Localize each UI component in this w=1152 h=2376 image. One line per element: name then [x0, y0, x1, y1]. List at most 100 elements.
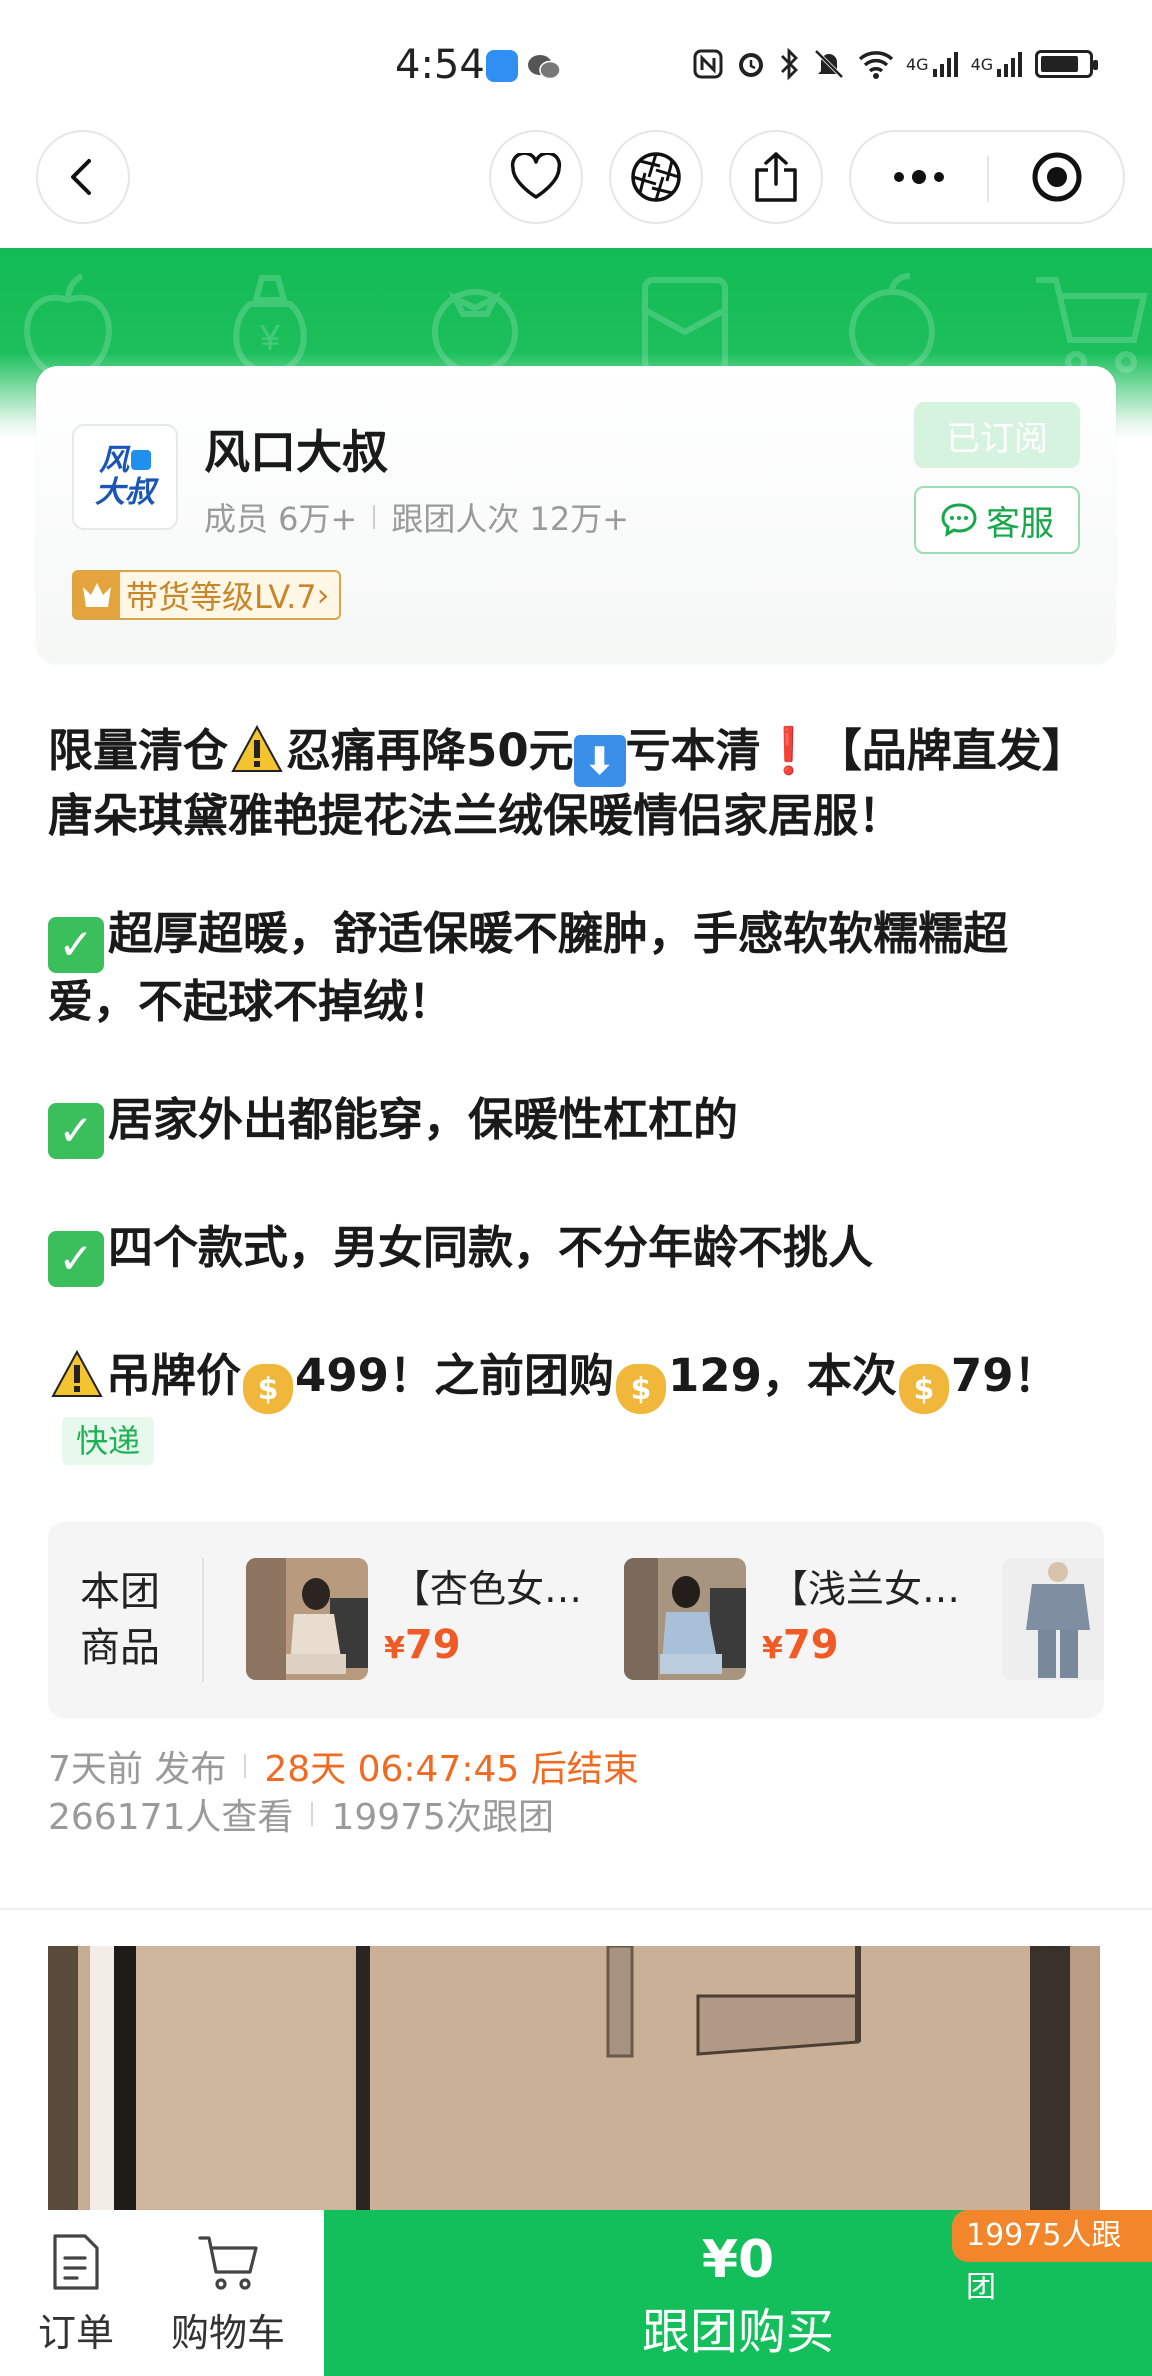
product-name: 【杏色女… [392, 1567, 583, 1611]
svg-text:¥: ¥ [259, 317, 281, 358]
nfc-icon [693, 49, 723, 79]
close-target-icon [1032, 152, 1082, 202]
money-bag-icon: $ [615, 1364, 666, 1414]
express-tag: 快递 [62, 1417, 155, 1465]
logo-text-2: 大叔 [95, 475, 155, 510]
down-arrow-icon: ⬇ [573, 735, 626, 787]
desc-text: 忍痛再降50元 [286, 724, 574, 777]
money-bag-icon: $ [243, 1364, 294, 1414]
capsule-menu [849, 130, 1125, 224]
wechat-icon [528, 55, 561, 80]
product-thumbnail [246, 1558, 368, 1680]
publish-info: 7天前 发布 28天 06:47:45 后结束 [48, 1740, 639, 1792]
shopping-cart-icon [198, 2236, 258, 2290]
cart-label: 购物车 [170, 2311, 285, 2355]
battery-icon [1035, 50, 1099, 78]
product-description: 限量清仓 忍痛再降50元 ⬇ 亏本清❗【品牌直发】唐朵琪黛雅艳提花法兰绒保暖情侣家居服… [48, 722, 1088, 1472]
products-label: 本团商品 [80, 1569, 160, 1671]
chevron-left-icon [71, 159, 91, 195]
alarm-icon [739, 53, 763, 77]
product-item[interactable]: 【浅兰女… ¥79 [624, 1558, 984, 1682]
desc-paragraph-3: ✓ 居家外出都能穿，保暖性杠杠的 [48, 1091, 1088, 1159]
wifi-icon [858, 51, 894, 79]
desc-text: 499！之前团购 [295, 1349, 614, 1402]
seller-level-badge[interactable]: 带货等级LV.7 › [72, 570, 342, 620]
money-bag-decor-icon: ¥ [233, 275, 307, 376]
buy-label: 跟团购买 [641, 2304, 834, 2360]
group-card: 风 大叔 风口大叔 成员 6万+ 跟团人次 12万+ 已订阅 客服 带货等级LV… [36, 366, 1116, 664]
desc-paragraph-5: 吊牌价 $499！之前团购 $129，本次 $79！快递 [48, 1347, 1088, 1472]
published-time: 7天前 发布 [48, 1749, 227, 1790]
product-item[interactable] [1002, 1558, 1104, 1682]
logo-chat-icon [131, 450, 151, 470]
heart-icon [510, 153, 562, 199]
service-label: 客服 [986, 503, 1054, 544]
cart-decor-icon [1036, 277, 1148, 373]
desc-text: 超厚超暖，舒适保暖不臃肿，手感软软糯糯超爱，不起球不掉绒！ [48, 907, 1009, 1028]
follower-count: 跟团人次 12万+ [391, 500, 630, 538]
order-list-icon [53, 2234, 99, 2290]
tomato-decor-icon [432, 289, 518, 375]
net-label-1: 4G [906, 54, 929, 74]
product-item[interactable]: 【杏色女… ¥79 [246, 1558, 606, 1682]
check-icon: ✓ [48, 917, 104, 973]
status-time: 4:54 [395, 42, 485, 88]
currency-symbol: ¥ [384, 1631, 405, 1666]
group-products-strip[interactable]: 本团商品 【杏色女… ¥79 【浅兰女… ¥79 [48, 1522, 1104, 1718]
share-icon [755, 152, 797, 202]
follow-count-badge: 19975人跟团 [952, 2210, 1152, 2305]
mute-icon [814, 49, 844, 79]
desc-text: 四个款式，男女同款，不分年龄不挑人 [108, 1221, 874, 1274]
desc-text: 129，本次 [667, 1349, 897, 1402]
desc-text: 居家外出都能穿，保暖性杠杠的 [108, 1093, 739, 1146]
price-value: 79 [782, 1622, 839, 1668]
strip-divider [202, 1558, 204, 1682]
status-bar: 4:54 4G 4G [0, 0, 1152, 120]
desc-text: 限量清仓 [48, 724, 229, 777]
product-thumbnail [1002, 1558, 1104, 1680]
price-value: 79 [404, 1622, 461, 1668]
product-thumbnail [624, 1558, 746, 1680]
chat-bubble-icon [941, 503, 977, 537]
subscribed-button[interactable]: 已订阅 [914, 402, 1080, 468]
product-name: 【浅兰女… [770, 1567, 961, 1611]
orders-tab[interactable]: 订单 [6, 2232, 146, 2357]
exclamation-icon: ❗ [760, 724, 817, 777]
net-label-2: 4G [970, 54, 994, 74]
product-photo[interactable] [48, 1946, 1100, 2210]
favorite-button[interactable] [489, 130, 583, 224]
signal-icon-2 [997, 52, 1023, 77]
cart-tab[interactable]: 购物车 [158, 2232, 298, 2357]
warning-icon [51, 1349, 103, 1397]
orange-decor-icon [849, 273, 935, 375]
member-count: 成员 6万+ [204, 500, 358, 538]
section-divider [0, 1908, 1152, 1910]
back-button[interactable] [36, 130, 130, 224]
more-button[interactable] [851, 132, 987, 222]
moments-button[interactable] [609, 130, 703, 224]
follow-count: 19975次跟团 [331, 1797, 554, 1838]
group-name[interactable]: 风口大叔 [204, 416, 388, 482]
view-count: 266171人查看 [48, 1797, 294, 1838]
desc-paragraph-4: ✓ 四个款式，男女同款，不分年龄不挑人 [48, 1219, 1088, 1287]
chevron-right-icon: › [316, 576, 330, 614]
nav-bar [0, 120, 1152, 250]
currency-symbol: ¥ [762, 1631, 783, 1666]
desc-text: 79！ [950, 1349, 1059, 1402]
group-logo[interactable]: 风 大叔 [72, 424, 178, 530]
share-button[interactable] [729, 130, 823, 224]
close-button[interactable] [989, 132, 1125, 222]
customer-service-button[interactable]: 客服 [914, 486, 1080, 554]
logo-text-1: 风 [99, 443, 129, 478]
view-info: 266171人查看 19975次跟团 [48, 1788, 554, 1840]
orders-label: 订单 [37, 2311, 114, 2355]
level-label: 带货等级LV.7 [126, 578, 317, 616]
desc-paragraph-2: ✓ 超厚超暖，舒适保暖不臃肿，手感软软糯糯超爱，不起球不掉绒！ [48, 905, 1088, 1031]
crown-icon [74, 572, 120, 618]
meta-divider [244, 1754, 247, 1778]
product-price: ¥79 [384, 1622, 461, 1668]
group-stats: 成员 6万+ 跟团人次 12万+ [204, 494, 629, 540]
end-countdown: 28天 06:47:45 后结束 [264, 1749, 639, 1790]
meta-divider [311, 1802, 314, 1826]
warning-icon [231, 724, 283, 772]
